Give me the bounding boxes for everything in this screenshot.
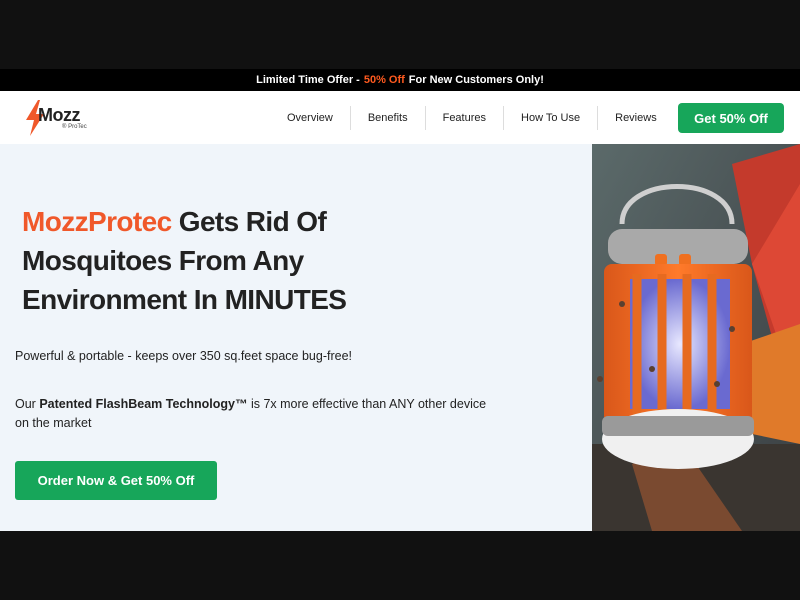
hero-section: MozzProtec Gets Rid Of Mosquitoes From A… — [0, 144, 800, 531]
logo-subtext: ® ProTec — [62, 124, 87, 130]
hero-desc-bold: Patented FlashBeam Technology™ — [39, 397, 248, 411]
navbar: Mozz ® ProTec Overview Benefits Features… — [0, 91, 800, 144]
logo-text: Mozz — [38, 105, 81, 125]
promo-prefix: Limited Time Offer - — [256, 74, 360, 86]
order-now-button[interactable]: Order Now & Get 50% Off — [15, 461, 217, 500]
hero-title-line2: Mosquitoes From Any — [22, 245, 304, 276]
hero-subtitle: Powerful & portable - keeps over 350 sq.… — [15, 349, 352, 363]
hero-title-line1: Gets Rid Of — [178, 206, 327, 237]
hero-title-brand: MozzProtec — [22, 206, 172, 237]
promo-suffix: For New Customers Only! — [408, 74, 544, 86]
nav-item-how-to-use[interactable]: How To Use — [504, 105, 599, 130]
bottom-letterbox — [0, 531, 800, 600]
promo-bar: Limited Time Offer - 50% Off For New Cus… — [0, 69, 800, 91]
product-image — [592, 144, 800, 531]
nav-item-features[interactable]: Features — [426, 105, 505, 130]
get-discount-button[interactable]: Get 50% Off — [678, 103, 784, 133]
hero-title: MozzProtec Gets Rid Of Mosquitoes From A… — [22, 202, 582, 319]
top-letterbox — [0, 0, 800, 69]
nav-item-benefits[interactable]: Benefits — [351, 105, 426, 130]
promo-highlight: 50% Off — [363, 74, 405, 86]
nav-item-reviews[interactable]: Reviews — [598, 106, 674, 130]
hero-description: Our Patented FlashBeam Technology™ is 7x… — [15, 395, 495, 433]
logo[interactable]: Mozz ® ProTec — [24, 100, 104, 136]
nav-links: Overview Benefits Features How To Use Re… — [270, 91, 674, 144]
hero-desc-prefix: Our — [15, 397, 36, 411]
nav-item-overview[interactable]: Overview — [270, 105, 351, 130]
hero-title-line3: Environment In MINUTES — [22, 284, 347, 315]
